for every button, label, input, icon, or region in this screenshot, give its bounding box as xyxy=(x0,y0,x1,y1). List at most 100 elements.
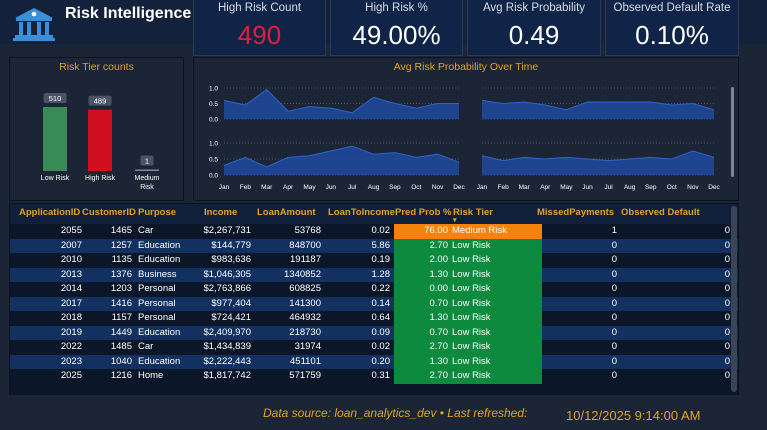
series-area[interactable] xyxy=(224,146,459,175)
table-row[interactable]: 2017 1416 Personal $977,404 141300 0.14 0.70 Lo… xyxy=(10,296,738,311)
column-header[interactable]: Purpose xyxy=(138,207,176,218)
last-refreshed-value: 10/12/2025 9:14:00 AM xyxy=(566,408,701,423)
table-cell: 141300 xyxy=(289,297,321,309)
app-title: Risk Intelligence xyxy=(65,5,192,22)
table-cell: 0 xyxy=(611,268,617,280)
applications-table[interactable]: ApplicationID CustomerID Purpose Income Loan… xyxy=(9,203,739,395)
table-cell: 1340852 xyxy=(284,268,321,280)
series-area[interactable] xyxy=(482,151,714,175)
table-cell: Low Risk xyxy=(452,312,491,323)
chart-scrollbar[interactable] xyxy=(731,87,734,177)
column-header[interactable]: CustomerID xyxy=(82,207,136,218)
column-header[interactable]: LoanToIncome xyxy=(328,207,395,218)
table-cell: 0 xyxy=(724,326,730,338)
table-cell: 0 xyxy=(611,355,617,367)
table-row[interactable]: 2014 1203 Personal $2,763,866 608825 0.22 0.00… xyxy=(10,282,738,297)
tier-bar[interactable] xyxy=(88,109,112,171)
column-header[interactable]: ApplicationID xyxy=(19,207,80,218)
x-tick-label: Dec xyxy=(453,184,465,191)
table-cell: Personal xyxy=(138,312,176,323)
x-tick-label: Jul xyxy=(604,184,613,191)
table-cell: 2022 xyxy=(60,341,82,352)
table-cell: $2,222,443 xyxy=(203,355,251,367)
kpi-label: High Risk Count xyxy=(217,2,302,14)
table-cell: 0.14 xyxy=(371,297,391,309)
x-tick-label: Jan xyxy=(219,184,230,191)
table-row[interactable]: 2013 1376 Business $1,046,305 1340852 1.28 1.3… xyxy=(10,267,738,282)
column-header[interactable]: LoanAmount xyxy=(257,207,316,218)
table-cell: Low Risk xyxy=(452,355,491,367)
table-cell: 1.30 xyxy=(429,268,449,280)
sort-indicator-icon[interactable]: ▾ xyxy=(453,216,457,224)
table-cell: 0.00 xyxy=(429,283,449,294)
table-cell: $2,267,731 xyxy=(203,225,251,236)
column-header[interactable]: Income xyxy=(204,207,237,218)
table-scrollbar[interactable] xyxy=(731,206,737,392)
column-header[interactable]: MissedPayments xyxy=(537,207,614,218)
table-cell: 0 xyxy=(611,341,617,352)
y-tick-label: 0.5 xyxy=(209,157,218,164)
table-cell: 0 xyxy=(724,268,730,280)
column-header[interactable]: Risk Tier xyxy=(453,207,493,218)
x-tick-label: Oct xyxy=(411,184,421,191)
table-row[interactable]: 2010 1135 Education $983,636 191187 0.19 2.00 L… xyxy=(10,253,738,268)
kpi-high-risk-pct[interactable]: High Risk % 49.00% xyxy=(330,0,463,56)
kpi-avg-risk-probability[interactable]: Avg Risk Probability 0.49 xyxy=(467,0,601,56)
kpi-value: 0.10% xyxy=(635,20,709,50)
category-label: Low Risk xyxy=(41,175,70,182)
series-area[interactable] xyxy=(224,89,459,119)
x-tick-label: May xyxy=(303,184,316,191)
tier-bar[interactable] xyxy=(135,169,159,172)
table-row[interactable]: 2055 1465 Car $2,267,731 53768 0.02 76.00 Mediu… xyxy=(10,224,738,239)
table-cell: Education xyxy=(138,239,181,251)
table-cell: 5.86 xyxy=(371,239,391,251)
risk-over-time-chart[interactable]: 1.00.50.01.00.50.0Jan Feb Mar Apr May Jun Jul A… xyxy=(194,73,738,199)
risk-tier-chart-panel[interactable]: Risk Tier counts 510 Low Risk 489 High Risk… xyxy=(9,57,184,201)
table-cell: 0 xyxy=(611,297,617,309)
y-tick-label: 0.5 xyxy=(209,101,218,108)
column-header[interactable]: Pred Prob % xyxy=(395,207,452,218)
table-cell: 1257 xyxy=(110,239,132,251)
table-cell: 464932 xyxy=(289,312,321,323)
series-area[interactable] xyxy=(482,100,714,119)
table-cell: $983,636 xyxy=(211,254,251,265)
table-cell: 2.00 xyxy=(429,254,449,265)
table-row[interactable]: 2007 1257 Education $144,779 848700 5.86 2.70 L… xyxy=(10,238,738,253)
table-cell: 0.70 xyxy=(429,326,449,338)
x-tick-label: Oct xyxy=(667,184,677,191)
table-cell: 1040 xyxy=(110,355,132,367)
x-tick-label: Nov xyxy=(432,184,444,191)
table-row[interactable]: 2019 1449 Education $2,409,970 218730 0.09 0.7… xyxy=(10,325,738,340)
x-tick-label: Jun xyxy=(582,184,593,191)
table-cell: $1,434,839 xyxy=(203,341,251,352)
table-cell: $2,409,970 xyxy=(203,326,251,338)
table-cell: 53768 xyxy=(294,225,321,236)
table-cell: Car xyxy=(138,341,154,352)
chart-title: Risk Tier counts xyxy=(59,61,134,73)
x-tick-label: Feb xyxy=(497,184,509,191)
table-row[interactable]: 2025 1216 Home $1,817,742 571759 0.31 2.70 Low … xyxy=(10,369,738,384)
risk-tier-bar-chart[interactable]: 510 Low Risk 489 High Risk 1 Medium Risk xyxy=(10,73,183,199)
table-cell: Low Risk xyxy=(452,239,491,251)
risk-over-time-chart-panel[interactable]: Avg Risk Probability Over Time 1.0 0.5 0.0… xyxy=(193,57,739,201)
kpi-high-risk-count[interactable]: High Risk Count 490 xyxy=(193,0,326,56)
table-cell: 1465 xyxy=(110,225,132,236)
table-cell: 76.00 xyxy=(424,225,448,236)
table-cell: 1449 xyxy=(110,326,132,338)
kpi-observed-default-rate[interactable]: Observed Default Rate 0.10% xyxy=(605,0,739,56)
table-row[interactable]: 2022 1485 Car $1,434,839 31974 0.02 2.70 Low Ri… xyxy=(10,340,738,355)
table-cell: 2007 xyxy=(60,239,82,251)
kpi-value: 490 xyxy=(237,20,282,50)
tier-bar[interactable] xyxy=(43,107,67,171)
table-row[interactable]: 2018 1157 Personal $724,421 464932 0.64 1.30 Lo… xyxy=(10,311,738,326)
table-cell: Education xyxy=(138,355,181,367)
column-header[interactable]: Observed Default xyxy=(621,207,700,218)
y-tick-label: 1.0 xyxy=(209,86,218,93)
table-cell: Low Risk xyxy=(452,370,491,381)
table-cell: 0.09 xyxy=(371,326,391,338)
table-cell: 2018 xyxy=(60,312,82,323)
table-row[interactable]: 2023 1040 Education $2,222,443 451101 0.20 1.3… xyxy=(10,354,738,369)
x-tick-label: Apr xyxy=(540,184,551,191)
data-label: 489 xyxy=(94,97,107,106)
table-cell: Personal xyxy=(138,297,176,309)
